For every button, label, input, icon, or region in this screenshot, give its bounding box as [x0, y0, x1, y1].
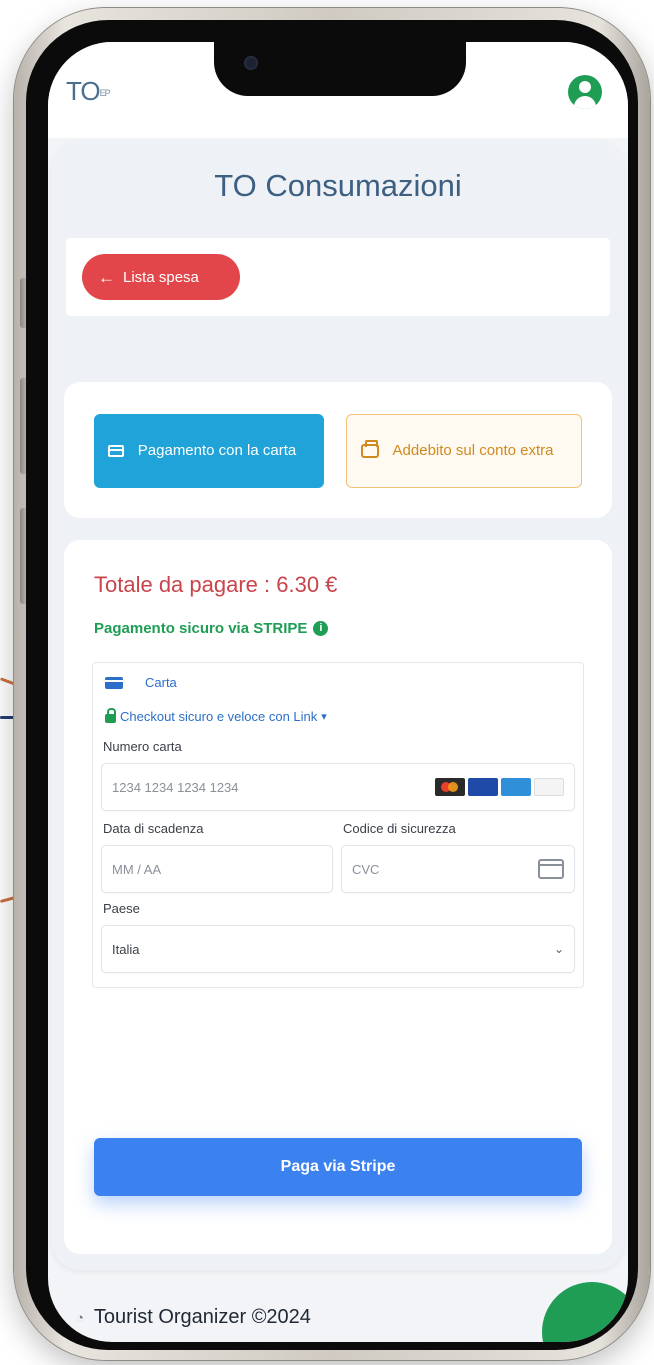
tab-card[interactable]: Carta [105, 675, 177, 690]
card-number-placeholder: 1234 1234 1234 1234 [112, 779, 239, 795]
chevron-down-icon: ⌄ [553, 942, 564, 956]
amex-card-icon [501, 778, 531, 796]
pay-with-card-button[interactable]: Pagamento con la carta [94, 414, 324, 488]
pay-with-card-label: Pagamento con la carta [137, 442, 297, 460]
lock-icon [105, 708, 116, 723]
charge-extra-account-button[interactable]: Addebito sul conto extra [346, 414, 582, 488]
discover-card-icon [534, 778, 564, 796]
card-number-label: Numero carta [103, 739, 182, 754]
tab-card-label: Carta [145, 675, 177, 690]
link-checkout-label: Checkout sicuro e veloce con Link [120, 709, 318, 724]
camera-icon [244, 56, 258, 70]
mastercard-icon [435, 778, 465, 796]
app-logo[interactable]: TOEP [66, 76, 111, 107]
phone-screen: TOEP TO Consumazioni ← Lista spesa Pagam… [48, 42, 628, 1342]
credit-card-icon [108, 445, 124, 457]
wallet-icon [361, 440, 379, 458]
country-select[interactable]: Italia ⌄ [101, 925, 575, 973]
cvc-input[interactable]: CVC [341, 845, 575, 893]
card-number-input[interactable]: 1234 1234 1234 1234 [101, 763, 575, 811]
logo-text: TO [66, 76, 101, 106]
info-icon[interactable]: i [313, 621, 329, 636]
diners-card-icon [468, 778, 498, 796]
back-to-shopping-list-button[interactable]: ← Lista spesa [82, 254, 240, 300]
country-value: Italia [112, 941, 140, 957]
cvc-label: Codice di sicurezza [343, 821, 456, 836]
pay-via-stripe-button[interactable]: Paga via Stripe [94, 1138, 582, 1196]
card-brands [432, 778, 564, 796]
charge-extra-account-label: Addebito sul conto extra [392, 442, 554, 460]
avatar-head [579, 81, 591, 93]
total-amount: Totale da pagare : 6.30 € [94, 572, 338, 597]
country-label: Paese [103, 901, 140, 916]
logo-subtext: EP [99, 88, 111, 99]
avatar-body [574, 96, 596, 109]
footer-logo-icon: ◔ [76, 1310, 84, 1325]
arrow-left-icon: ← [98, 267, 115, 287]
link-checkout-toggle[interactable]: Checkout sicuro e veloce con Link ▾ [105, 708, 327, 724]
cvc-card-icon [538, 859, 564, 879]
page-title: TO Consumazioni [214, 168, 462, 203]
user-circle-icon[interactable] [568, 75, 602, 109]
expiry-placeholder: MM / AA [112, 861, 162, 877]
footer-text: Tourist Organizer ©2024 [93, 1306, 311, 1328]
footer: ◔ Tourist Organizer ©2024 [76, 1306, 311, 1329]
expiry-label: Data di scadenza [103, 821, 204, 836]
secure-payment-note: Pagamento sicuro via STRIPE i [94, 620, 329, 637]
stripe-payment-element: Carta Checkout sicuro e veloce con Link … [92, 662, 584, 988]
expiry-input[interactable]: MM / AA [101, 845, 333, 893]
secure-payment-label: Pagamento sicuro via STRIPE [94, 620, 308, 637]
chevron-down-icon: ▾ [321, 711, 327, 723]
floating-action-button[interactable] [542, 1282, 628, 1342]
card-tab-icon [105, 676, 123, 689]
cvc-placeholder: CVC [352, 861, 380, 877]
phone-notch [214, 42, 466, 96]
back-button-label: Lista spesa [123, 268, 199, 286]
